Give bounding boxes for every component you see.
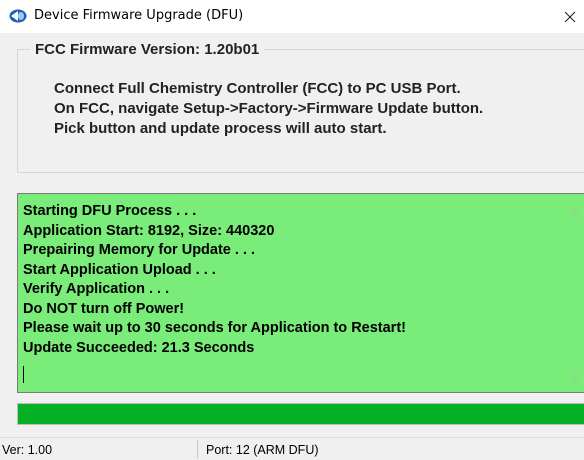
instruction-line: On FCC, navigate Setup->Factory->Firmwar… xyxy=(54,100,484,117)
instruction-line: Connect Full Chemistry Controller (FCC) … xyxy=(54,80,461,97)
instruction-line: Pick button and update process will auto… xyxy=(54,120,387,137)
window-title: Device Firmware Upgrade (DFU) xyxy=(34,8,244,23)
close-button[interactable] xyxy=(556,0,584,33)
log-textbox[interactable]: Starting DFU Process . . . Application S… xyxy=(17,193,584,393)
log-line: Verify Application . . . xyxy=(23,281,170,297)
scroll-down-button[interactable] xyxy=(569,374,582,384)
close-icon xyxy=(564,11,576,22)
status-separator xyxy=(197,440,198,459)
log-line: Do NOT turn off Power! xyxy=(23,300,185,317)
instructions-text: Connect Full Chemistry Controller (FCC) … xyxy=(54,79,483,139)
log-line: Starting DFU Process . . . xyxy=(23,203,197,219)
chevron-up-icon xyxy=(571,208,580,214)
text-caret xyxy=(23,366,24,383)
log-lines: Starting DFU Process . . . Application S… xyxy=(23,202,406,358)
log-line: Start Application Upload . . . xyxy=(23,261,216,278)
log-line: Update Succeeded: 21.3 Seconds xyxy=(23,339,255,356)
log-scrollbar[interactable] xyxy=(567,194,584,392)
upload-progress-bar xyxy=(17,403,584,425)
log-line: Application Start: 8192, Size: 440320 xyxy=(23,222,275,239)
firmware-version-label: FCC Firmware Version: 1.20b01 xyxy=(30,41,265,58)
scroll-up-button[interactable] xyxy=(569,206,582,216)
chevron-down-icon xyxy=(571,376,580,382)
status-port: Port: 12 (ARM DFU) xyxy=(206,443,319,457)
title-bar[interactable]: Device Firmware Upgrade (DFU) xyxy=(0,0,584,33)
status-bar: Ver: 1.00 Port: 12 (ARM DFU) xyxy=(0,437,584,460)
log-line: Please wait up to 30 seconds for Applica… xyxy=(23,320,406,336)
status-version: Ver: 1.00 xyxy=(2,443,53,457)
dfu-window: Device Firmware Upgrade (DFU) FCC Firmwa… xyxy=(0,0,584,460)
dfu-app-icon xyxy=(9,9,27,23)
progress-fill xyxy=(18,404,584,424)
log-line: Prepairing Memory for Update . . . xyxy=(23,242,256,258)
